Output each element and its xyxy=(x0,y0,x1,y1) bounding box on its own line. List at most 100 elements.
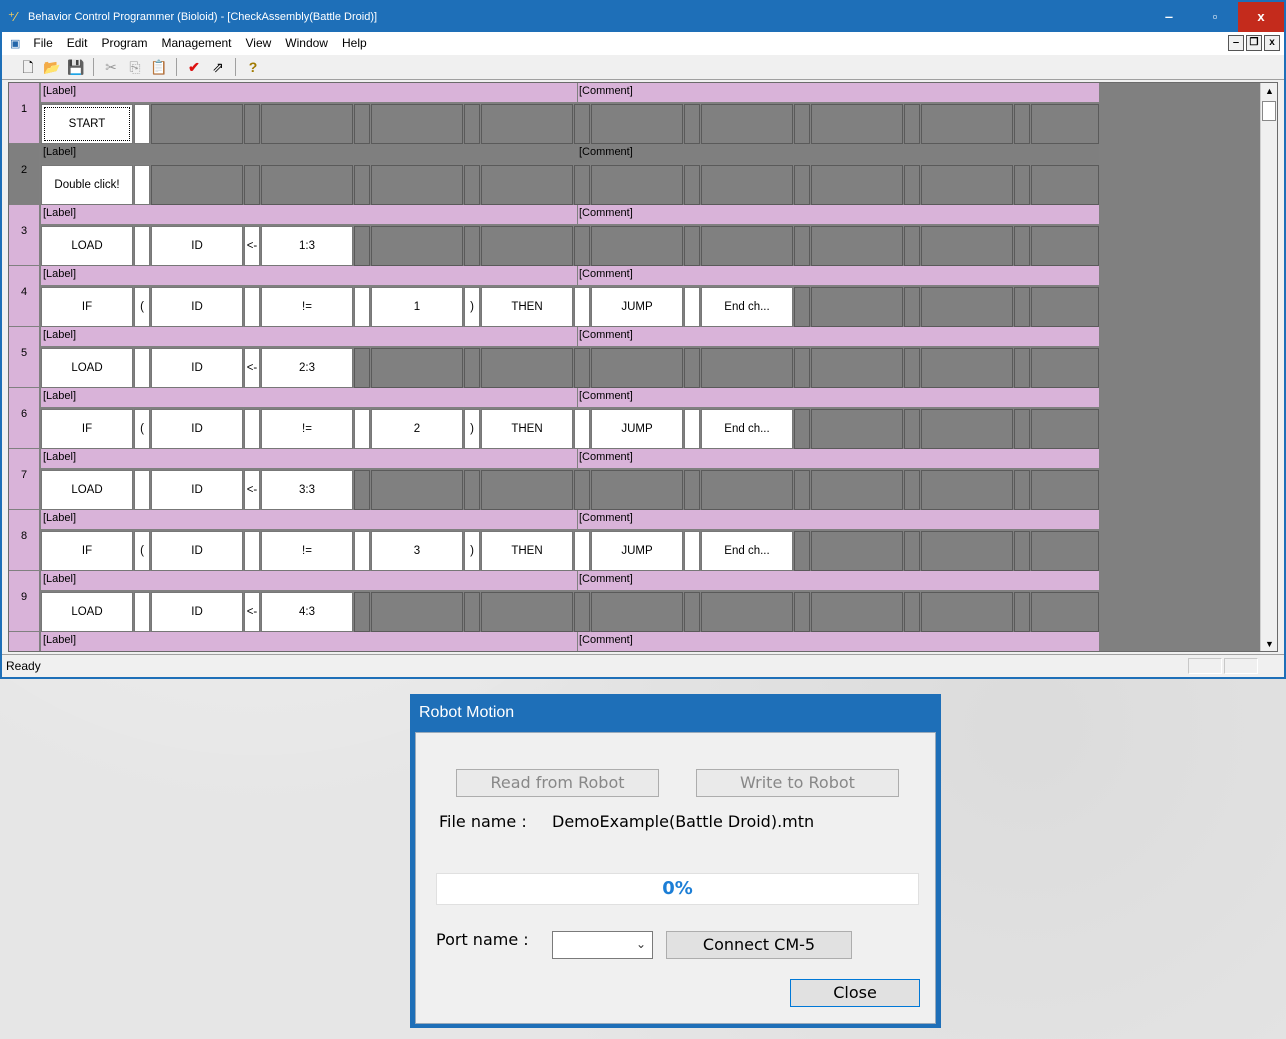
operator-cell[interactable]: ) xyxy=(464,409,480,449)
row-comment[interactable]: [Comment] xyxy=(579,573,633,585)
operator-cell[interactable] xyxy=(904,226,920,266)
command-cell[interactable] xyxy=(921,470,1013,510)
operator-cell[interactable] xyxy=(1014,165,1030,205)
command-cell[interactable] xyxy=(1031,165,1099,205)
command-cell[interactable] xyxy=(701,592,793,632)
operator-cell[interactable] xyxy=(684,165,700,205)
command-cell[interactable] xyxy=(811,531,903,571)
command-cell[interactable] xyxy=(481,348,573,388)
operator-cell[interactable] xyxy=(574,531,590,571)
command-cell[interactable]: ID xyxy=(151,409,243,449)
operator-cell[interactable] xyxy=(1014,287,1030,327)
row-label[interactable]: [Label] xyxy=(43,634,76,646)
minimize-button[interactable]: ‒ xyxy=(1146,2,1192,32)
operator-cell[interactable]: <- xyxy=(244,348,260,388)
operator-cell[interactable] xyxy=(574,409,590,449)
operator-cell[interactable] xyxy=(794,165,810,205)
row-label[interactable]: [Label] xyxy=(43,329,76,341)
command-cell[interactable] xyxy=(371,592,463,632)
command-cell[interactable] xyxy=(371,165,463,205)
command-cell[interactable] xyxy=(811,592,903,632)
operator-cell[interactable] xyxy=(904,531,920,571)
menu-program[interactable]: Program xyxy=(94,36,154,50)
row-comment[interactable]: [Comment] xyxy=(579,390,633,402)
operator-cell[interactable] xyxy=(134,470,150,510)
operator-cell[interactable] xyxy=(244,165,260,205)
operator-cell[interactable] xyxy=(574,470,590,510)
operator-cell[interactable] xyxy=(354,165,370,205)
row-label[interactable]: [Label] xyxy=(43,512,76,524)
command-cell[interactable]: LOAD xyxy=(41,226,133,266)
scroll-up-arrow-icon[interactable]: ▲ xyxy=(1261,83,1277,100)
mdi-restore-button[interactable]: ❐ xyxy=(1246,35,1262,51)
command-cell[interactable] xyxy=(261,104,353,144)
command-cell[interactable] xyxy=(701,226,793,266)
menu-window[interactable]: Window xyxy=(278,36,335,50)
operator-cell[interactable]: <- xyxy=(244,592,260,632)
command-cell[interactable]: THEN xyxy=(481,531,573,571)
operator-cell[interactable] xyxy=(354,470,370,510)
operator-cell[interactable]: ) xyxy=(464,531,480,571)
command-cell[interactable] xyxy=(701,348,793,388)
operator-cell[interactable]: <- xyxy=(244,226,260,266)
command-cell[interactable] xyxy=(811,409,903,449)
command-cell[interactable] xyxy=(481,226,573,266)
operator-cell[interactable] xyxy=(244,531,260,571)
operator-cell[interactable] xyxy=(794,287,810,327)
operator-cell[interactable] xyxy=(794,104,810,144)
command-cell[interactable]: End ch... xyxy=(701,287,793,327)
row-comment[interactable]: [Comment] xyxy=(579,512,633,524)
operator-cell[interactable] xyxy=(464,592,480,632)
command-cell[interactable]: ID xyxy=(151,226,243,266)
read-from-robot-button[interactable]: Read from Robot xyxy=(456,769,659,797)
program-row[interactable]: 8 [Label] [Comment] IF(ID != 3) THEN JUMP End ch… xyxy=(9,510,1099,571)
operator-cell[interactable] xyxy=(1014,226,1030,266)
open-folder-icon[interactable]: 📂 xyxy=(42,57,62,77)
copy-icon[interactable]: ⎘ xyxy=(125,57,145,77)
command-cell[interactable]: End ch... xyxy=(701,409,793,449)
row-label[interactable]: [Label] xyxy=(43,390,76,402)
operator-cell[interactable] xyxy=(684,531,700,571)
program-row[interactable]: 5 [Label] [Comment] LOAD ID <- 2:3 xyxy=(9,327,1099,388)
operator-cell[interactable] xyxy=(904,592,920,632)
command-cell[interactable]: LOAD xyxy=(41,592,133,632)
command-cell[interactable]: THEN xyxy=(481,409,573,449)
command-cell[interactable]: ID xyxy=(151,470,243,510)
command-cell[interactable] xyxy=(921,287,1013,327)
operator-cell[interactable]: ( xyxy=(134,409,150,449)
command-cell[interactable] xyxy=(701,104,793,144)
operator-cell[interactable] xyxy=(904,470,920,510)
operator-cell[interactable] xyxy=(244,104,260,144)
operator-cell[interactable] xyxy=(464,470,480,510)
operator-cell[interactable] xyxy=(134,165,150,205)
program-row[interactable]: 4 [Label] [Comment] IF(ID != 1) THEN JUMP End ch… xyxy=(9,266,1099,327)
operator-cell[interactable] xyxy=(574,165,590,205)
command-cell[interactable]: != xyxy=(261,287,353,327)
command-cell[interactable]: Double click! xyxy=(41,165,133,205)
program-row[interactable]: 3 [Label] [Comment] LOAD ID <- 1:3 xyxy=(9,205,1099,266)
program-row[interactable]: 6 [Label] [Comment] IF(ID != 2) THEN JUMP End ch… xyxy=(9,388,1099,449)
row-comment[interactable]: [Comment] xyxy=(579,85,633,97)
program-row[interactable]: 7 [Label] [Comment] LOAD ID <- 3:3 xyxy=(9,449,1099,510)
menu-view[interactable]: View xyxy=(239,36,279,50)
operator-cell[interactable] xyxy=(574,287,590,327)
command-cell[interactable]: IF xyxy=(41,531,133,571)
command-cell[interactable] xyxy=(921,409,1013,449)
port-name-select[interactable]: ⌄ xyxy=(552,931,653,959)
operator-cell[interactable] xyxy=(354,104,370,144)
command-cell[interactable] xyxy=(1031,104,1099,144)
operator-cell[interactable]: <- xyxy=(244,470,260,510)
program-row[interactable]: 2 [Label] [Comment] Double click! xyxy=(9,144,1099,205)
command-cell[interactable] xyxy=(921,104,1013,144)
close-window-button[interactable]: x xyxy=(1238,2,1284,32)
command-cell[interactable] xyxy=(921,592,1013,632)
operator-cell[interactable] xyxy=(354,348,370,388)
menu-management[interactable]: Management xyxy=(154,36,238,50)
command-cell[interactable] xyxy=(591,348,683,388)
operator-cell[interactable] xyxy=(464,226,480,266)
program-editor[interactable]: 1 [Label] [Comment] START 2 [Label] [Comment] D… xyxy=(8,82,1278,652)
row-comment[interactable]: [Comment] xyxy=(579,146,633,158)
command-cell[interactable] xyxy=(921,165,1013,205)
command-cell[interactable] xyxy=(591,165,683,205)
operator-cell[interactable] xyxy=(1014,470,1030,510)
